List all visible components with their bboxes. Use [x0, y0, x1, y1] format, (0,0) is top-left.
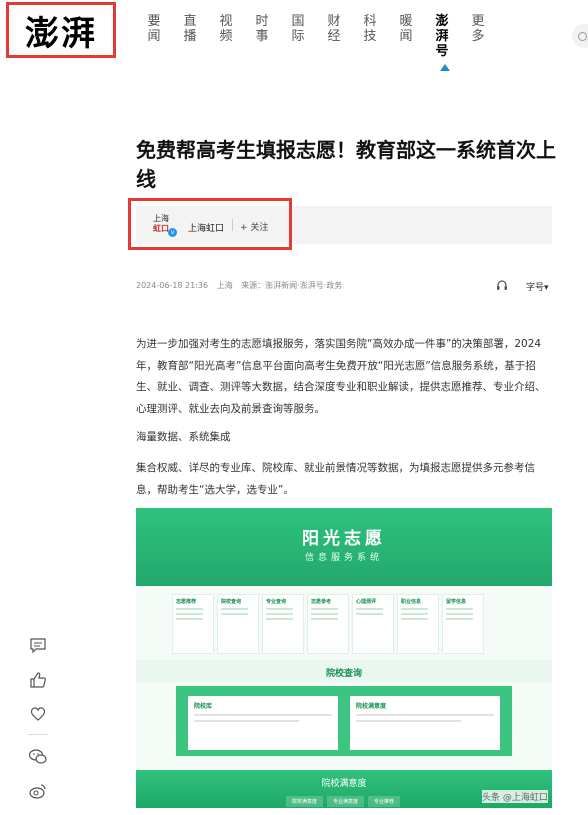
feature-card: 专业查询 [262, 594, 304, 654]
banner-tab: 专业推荐 [368, 796, 401, 807]
divider [28, 734, 48, 735]
article-title: 免费帮高考生填报志愿！教育部这一系统首次上线 [136, 138, 556, 191]
comment-icon[interactable] [24, 632, 52, 660]
feature-card-title: 志愿推荐 [176, 599, 197, 605]
share-sidebar [24, 632, 52, 811]
nav-item-guoji[interactable]: 国际 [289, 14, 307, 59]
feature-card-title: 院校查询 [221, 599, 242, 605]
nav-item-more[interactable]: 更多 [469, 14, 487, 59]
feature-card: 志愿推荐 [172, 594, 214, 654]
feature-card-title: 心理测评 [356, 599, 377, 605]
banner-tabs: 院校满意度 专业满意度 专业推荐 [286, 796, 404, 807]
nav-item-shishi[interactable]: 时事 [253, 14, 271, 59]
watermark: 头条 @上海虹口 [482, 790, 548, 803]
nav-item-pengpaihao[interactable]: 澎湃号 [433, 14, 451, 59]
favorite-icon[interactable] [24, 700, 52, 728]
active-nav-indicator [440, 64, 450, 71]
feature-card: 职业信息 [397, 594, 439, 654]
main-nav: 要闻 直播 视频 时事 国际 财经 科技 暖闻 澎湃号 更多 [145, 14, 505, 59]
search-button[interactable] [572, 24, 588, 48]
paragraph-1: 为进一步加强对考生的志愿填报服务，落实国务院“高效办成一件事”的决策部署，202… [136, 338, 546, 415]
logo-highlight-box: 澎湃 [6, 2, 116, 58]
article-image: 阳光志愿 信息服务系统 志愿推荐 院校查询 专业查询 志愿参考 心理测评 职业信… [136, 508, 552, 808]
feature-card: 院校查询 [217, 594, 259, 654]
banner-subtitle: 信息服务系统 [304, 553, 383, 563]
nav-item-zhibo[interactable]: 直播 [181, 14, 199, 59]
site-logo[interactable]: 澎湃 [25, 6, 97, 55]
top-bar: 澎湃 要闻 直播 视频 时事 国际 财经 科技 暖闻 澎湃号 更多 [0, 0, 588, 80]
feature-card-title: 专业查询 [266, 599, 287, 605]
section-title: 院校查询 [325, 669, 362, 679]
author-highlight-box [128, 198, 292, 250]
nav-item-shipin[interactable]: 视频 [217, 14, 235, 59]
banner-tab: 专业满意度 [327, 796, 365, 807]
publish-location: 上海 [216, 281, 233, 290]
info-card-left: 院校库 [188, 696, 338, 750]
feature-card: 留学信息 [442, 594, 484, 654]
article-meta: 2024-06-18 21:36 上海 来源：澎湃新闻·澎湃号·政务 [136, 280, 348, 291]
banner-bottom-title: 院校满意度 [321, 779, 367, 789]
banner-title: 阳光志愿 [302, 529, 386, 549]
feature-card-title: 志愿参考 [311, 599, 332, 605]
article-source: 来源：澎湃新闻·澎湃号·政务 [241, 281, 343, 290]
feature-card: 志愿参考 [307, 594, 349, 654]
headphones-icon[interactable] [496, 279, 508, 291]
paragraph-2: 海量数据、系统集成 [136, 431, 231, 443]
info-card-title: 院校库 [194, 703, 213, 710]
info-card-title: 院校满意度 [356, 703, 387, 710]
font-size-button[interactable]: 字号▾ [526, 280, 549, 293]
info-card-right: 院校满意度 [350, 696, 500, 750]
nav-item-nuanwen[interactable]: 暖闻 [397, 14, 415, 59]
feature-card: 心理测评 [352, 594, 394, 654]
nav-item-caijing[interactable]: 财经 [325, 14, 343, 59]
feature-card-title: 留学信息 [446, 599, 467, 605]
nav-item-yaowen[interactable]: 要闻 [145, 14, 163, 59]
like-icon[interactable] [24, 666, 52, 694]
banner-tab: 院校满意度 [286, 796, 324, 807]
paragraph-3: 集合权威、详尽的专业库、院校库、就业前景情况等数据，为填报志愿提供多元参考信息，… [136, 462, 535, 496]
search-icon [578, 31, 587, 41]
wechat-icon[interactable] [24, 743, 52, 771]
nav-item-keji[interactable]: 科技 [361, 14, 379, 59]
feature-cards: 志愿推荐 院校查询 专业查询 志愿参考 心理测评 职业信息 留学信息 [172, 594, 487, 654]
weibo-icon[interactable] [24, 777, 52, 805]
feature-card-title: 职业信息 [401, 599, 422, 605]
publish-datetime: 2024-06-18 21:36 [136, 281, 209, 290]
